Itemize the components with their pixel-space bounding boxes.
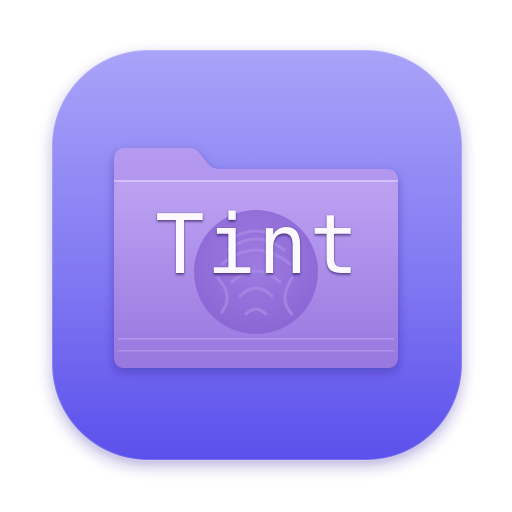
app-icon-stage: Tint	[0, 0, 512, 512]
app-icon[interactable]	[0, 0, 512, 512]
fingerprint-icon	[194, 210, 318, 334]
